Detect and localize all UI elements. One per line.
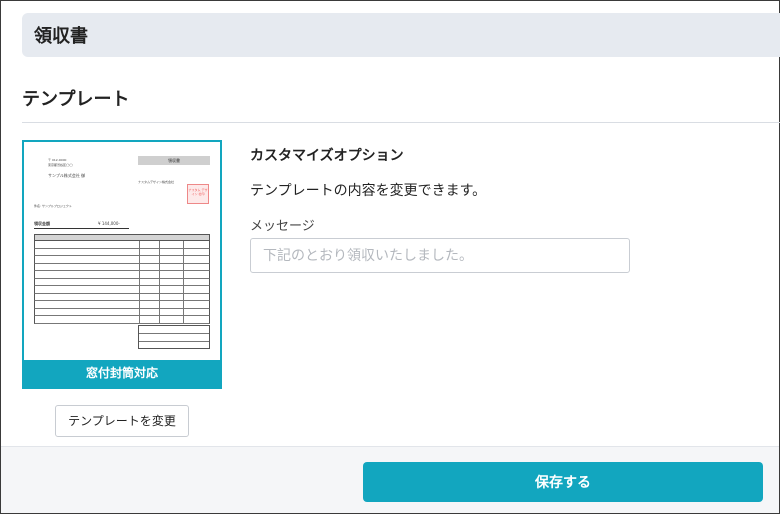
change-template-button[interactable]: テンプレートを変更 bbox=[55, 405, 189, 437]
preview-table-row bbox=[34, 278, 210, 286]
preview-issuer: ナスタムデザイン株式会社 bbox=[138, 180, 175, 184]
preview-table-row bbox=[34, 271, 210, 279]
save-button[interactable]: 保存する bbox=[363, 462, 763, 502]
page-title: 領収書 bbox=[34, 26, 88, 47]
page-header: 領収書 bbox=[22, 13, 780, 57]
options-description: テンプレートの内容を変更できます。 bbox=[250, 183, 487, 199]
section-title: テンプレート bbox=[22, 89, 130, 110]
template-thumbnail[interactable]: 〒 012-0000 東京都渋谷区◯◯ サンプル株式会社 御 領収書 ナスタムデ… bbox=[22, 140, 222, 389]
message-label: メッセージ bbox=[250, 219, 315, 234]
message-input[interactable] bbox=[250, 238, 630, 273]
preview-table-row bbox=[34, 248, 210, 256]
preview-doc-title: 領収書 bbox=[138, 156, 210, 165]
preview-table-row bbox=[34, 241, 210, 249]
divider bbox=[22, 122, 780, 123]
preview-totals bbox=[138, 325, 210, 349]
preview-subject: 件名: サンプルプロジェクト bbox=[34, 204, 72, 208]
preview-postal: 〒 012-0000 bbox=[48, 158, 67, 162]
preview-address: 東京都渋谷区◯◯ bbox=[48, 163, 73, 167]
preview-recipient: サンプル株式会社 御 bbox=[48, 173, 86, 178]
preview-table-row bbox=[34, 286, 210, 294]
template-preview: 〒 012-0000 東京都渋谷区◯◯ サンプル株式会社 御 領収書 ナスタムデ… bbox=[24, 142, 220, 362]
preview-table-head bbox=[34, 234, 210, 241]
preview-stamp: ナスタム デザイン 社印 bbox=[187, 184, 209, 204]
options-title: カスタマイズオプション bbox=[250, 148, 404, 164]
preview-table-row bbox=[34, 293, 210, 301]
preview-table-row bbox=[34, 301, 210, 309]
preview-table-row bbox=[34, 256, 210, 264]
preview-table-row bbox=[34, 308, 210, 316]
preview-table-row bbox=[34, 316, 210, 324]
preview-amount: ¥ 144,000- bbox=[98, 221, 120, 226]
template-caption: 窓付封筒対応 bbox=[24, 360, 220, 387]
preview-table-row bbox=[34, 263, 210, 271]
preview-table bbox=[34, 234, 210, 324]
